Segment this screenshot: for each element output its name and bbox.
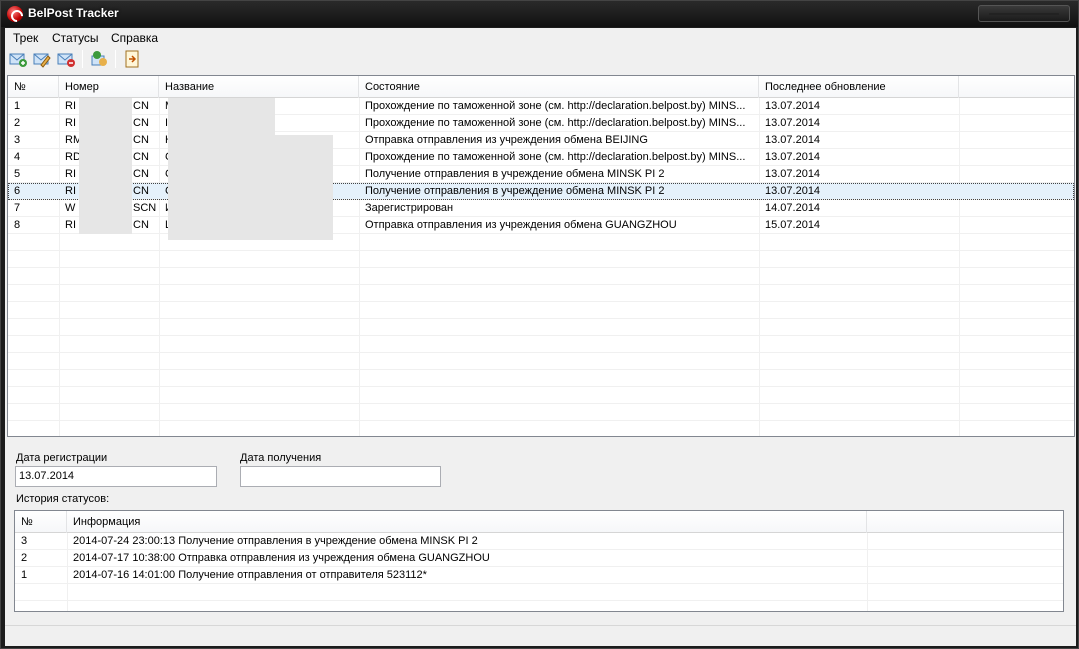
receive-date-label: Дата получения <box>240 452 322 464</box>
client-area: Трек Статусы Справка № Номер Название Со… <box>5 28 1076 646</box>
cell-updated: 14.07.2014 <box>765 202 821 214</box>
window-caption-buttons[interactable] <box>978 5 1070 22</box>
delete-track-icon[interactable] <box>57 50 75 68</box>
cell-state: Получение отправления в учреждение обмен… <box>365 168 665 180</box>
column-header-number[interactable]: № <box>15 511 67 533</box>
app-window: BelPost Tracker Трек Статусы Справка № Н… <box>0 0 1079 649</box>
cell-state: Зарегистрирован <box>365 202 454 214</box>
menu-help[interactable]: Справка <box>111 31 158 45</box>
empty-row <box>8 319 1074 336</box>
cell-n: 3 <box>21 535 28 547</box>
column-header-number[interactable]: № <box>8 76 59 98</box>
window-title: BelPost Tracker <box>28 6 119 20</box>
column-header-info[interactable]: Информация <box>67 511 867 533</box>
cell-info: 2014-07-24 23:00:13 Получение отправлени… <box>73 535 478 547</box>
cell-n: 1 <box>14 100 21 112</box>
export-icon[interactable] <box>123 50 141 68</box>
cell-state: Прохождение по таможенной зоне (см. http… <box>365 100 746 112</box>
column-header-name[interactable]: Название <box>159 76 359 98</box>
toolbar-separator <box>115 50 116 68</box>
cell-state: Прохождение по таможенной зоне (см. http… <box>365 151 746 163</box>
cell-n: 7 <box>14 202 21 214</box>
cell-updated: 13.07.2014 <box>765 151 821 163</box>
column-header-track-number[interactable]: Номер <box>59 76 159 98</box>
refresh-statuses-icon[interactable] <box>90 50 108 68</box>
toolbar-separator <box>82 50 83 68</box>
cell-n: 6 <box>14 185 21 197</box>
cell-updated: 15.07.2014 <box>765 219 821 231</box>
menu-statuses[interactable]: Статусы <box>52 31 99 45</box>
empty-row <box>8 353 1074 370</box>
edit-track-icon[interactable] <box>33 50 51 68</box>
redacted-track-numbers <box>79 98 132 234</box>
add-track-icon[interactable] <box>9 50 27 68</box>
cell-n: 2 <box>21 552 28 564</box>
cell-state: Прохождение по таможенной зоне (см. http… <box>365 117 746 129</box>
cell-n: 1 <box>21 569 28 581</box>
cell-state: Получение отправления в учреждение обмен… <box>365 185 665 197</box>
empty-row <box>8 336 1074 353</box>
empty-row <box>8 268 1074 285</box>
column-header-state[interactable]: Состояние <box>359 76 759 98</box>
empty-row <box>8 404 1074 421</box>
toolbar <box>5 47 1076 71</box>
column-header-last-update[interactable]: Последнее обновление <box>759 76 959 98</box>
redacted-names <box>168 135 333 240</box>
empty-row <box>15 601 1063 611</box>
cell-n: 8 <box>14 219 21 231</box>
cell-n: 2 <box>14 117 21 129</box>
tracks-table-header: № Номер Название Состояние Последнее обн… <box>8 76 1074 98</box>
receive-date-field[interactable] <box>240 466 441 487</box>
tracks-table[interactable]: № Номер Название Состояние Последнее обн… <box>7 75 1075 437</box>
cell-n: 3 <box>14 134 21 146</box>
cell-n: 5 <box>14 168 21 180</box>
registration-date-label: Дата регистрации <box>16 452 108 464</box>
redacted-names <box>168 98 275 138</box>
cell-updated: 13.07.2014 <box>765 134 821 146</box>
registration-date-field[interactable]: 13.07.2014 <box>15 466 217 487</box>
history-row[interactable]: 1 2014-07-16 14:01:00 Получение отправлен… <box>15 567 1063 584</box>
status-bar <box>5 625 1076 646</box>
empty-row <box>8 285 1074 302</box>
history-row[interactable]: 3 2014-07-24 23:00:13 Получение отправлен… <box>15 533 1063 550</box>
history-table-header: № Информация <box>15 511 1063 533</box>
cell-state: Отправка отправления из учреждения обмен… <box>365 219 677 231</box>
cell-info: 2014-07-16 14:01:00 Получение отправлени… <box>73 569 427 581</box>
empty-row <box>15 584 1063 601</box>
app-logo-icon <box>7 6 23 22</box>
menu-bar: Трек Статусы Справка <box>5 28 1076 47</box>
cell-updated: 13.07.2014 <box>765 168 821 180</box>
cell-state: Отправка отправления из учреждения обмен… <box>365 134 648 146</box>
status-history-table[interactable]: № Информация 3 2014-07-24 23:00:13 Получе… <box>14 510 1064 612</box>
menu-track[interactable]: Трек <box>13 31 38 45</box>
history-row[interactable]: 2 2014-07-17 10:38:00 Отправка отправлени… <box>15 550 1063 567</box>
status-history-label: История статусов: <box>16 493 110 505</box>
cell-updated: 13.07.2014 <box>765 117 821 129</box>
empty-row <box>8 251 1074 268</box>
title-bar[interactable]: BelPost Tracker <box>1 1 1078 27</box>
cell-info: 2014-07-17 10:38:00 Отправка отправления… <box>73 552 490 564</box>
empty-row <box>8 387 1074 404</box>
cell-updated: 13.07.2014 <box>765 185 821 197</box>
empty-row <box>8 302 1074 319</box>
empty-row <box>8 370 1074 387</box>
cell-updated: 13.07.2014 <box>765 100 821 112</box>
cell-n: 4 <box>14 151 21 163</box>
